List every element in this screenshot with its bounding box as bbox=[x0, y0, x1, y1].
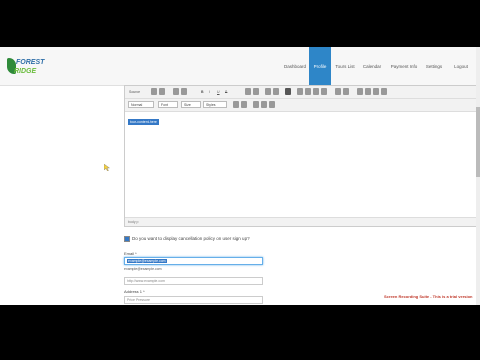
help-icon[interactable] bbox=[269, 101, 275, 108]
justify-icon[interactable] bbox=[321, 88, 327, 95]
text-color-icon[interactable] bbox=[233, 101, 239, 108]
size-select[interactable]: Size bbox=[181, 101, 201, 108]
nav-item-profile[interactable]: Profile bbox=[309, 47, 331, 85]
mouse-cursor-icon bbox=[104, 164, 110, 171]
unlink-icon[interactable] bbox=[343, 88, 349, 95]
source-button[interactable]: Source bbox=[129, 87, 140, 97]
nav-item-settings[interactable]: Settings bbox=[424, 47, 444, 85]
website-field[interactable]: http://www.example.com bbox=[124, 277, 263, 285]
editor-selected-content[interactable]: tour-content-here bbox=[128, 119, 159, 125]
show-blocks-icon[interactable] bbox=[261, 101, 267, 108]
trial-watermark: Screen Recording Suite - This is a trial… bbox=[384, 294, 473, 299]
app-screen: FOREST RIDGE Dashboard Profile Tours Lis… bbox=[0, 47, 480, 305]
bullet-list-icon[interactable] bbox=[253, 88, 259, 95]
nav-item-logout[interactable]: Logout bbox=[451, 47, 471, 85]
email-label: Email * bbox=[124, 251, 137, 256]
align-center-icon[interactable] bbox=[305, 88, 311, 95]
editor-status-bar: body p bbox=[125, 217, 478, 226]
smiley-icon[interactable] bbox=[381, 88, 387, 95]
hr-icon[interactable] bbox=[373, 88, 379, 95]
numbered-list-icon[interactable] bbox=[245, 88, 251, 95]
nav-item-dashboard[interactable]: Dashboard bbox=[283, 47, 307, 85]
align-right-icon[interactable] bbox=[313, 88, 319, 95]
logo-text-line1: FOREST bbox=[16, 59, 45, 66]
strike-button[interactable]: S bbox=[225, 87, 227, 97]
email-secondary: example@example.com bbox=[124, 267, 162, 271]
redo-icon[interactable] bbox=[181, 88, 187, 95]
rich-text-editor[interactable]: Source B I U S Normal Font Size Styles t… bbox=[124, 85, 479, 227]
address1-field[interactable]: Price Pressure bbox=[124, 296, 263, 304]
table-icon[interactable] bbox=[365, 88, 371, 95]
logo-text-line2: RIDGE bbox=[14, 68, 37, 75]
cancellation-policy-checkbox-row[interactable]: Do you want to display cancellation poli… bbox=[124, 236, 250, 242]
cancellation-policy-label: Do you want to display cancellation poli… bbox=[132, 236, 250, 242]
address1-label: Address 1 * bbox=[124, 289, 145, 294]
email-value: example@example.com bbox=[127, 259, 167, 263]
align-left-icon[interactable] bbox=[297, 88, 303, 95]
nav-item-calendar[interactable]: Calendar bbox=[361, 47, 383, 85]
underline-button[interactable]: U bbox=[217, 87, 220, 97]
email-field[interactable]: example@example.com bbox=[124, 257, 263, 265]
italic-button[interactable]: I bbox=[209, 87, 210, 97]
bold-button[interactable]: B bbox=[201, 87, 204, 97]
editor-toolbar-row1: Source B I U S bbox=[125, 86, 478, 99]
format-select[interactable]: Normal bbox=[128, 101, 154, 108]
checkbox[interactable] bbox=[124, 236, 130, 242]
save-icon[interactable] bbox=[151, 88, 157, 95]
link-icon[interactable] bbox=[335, 88, 341, 95]
image-icon[interactable] bbox=[357, 88, 363, 95]
font-select[interactable]: Font bbox=[158, 101, 178, 108]
preview-icon[interactable] bbox=[159, 88, 165, 95]
bg-color-icon[interactable] bbox=[241, 101, 247, 108]
site-logo[interactable]: FOREST RIDGE bbox=[6, 58, 44, 80]
styles-select[interactable]: Styles bbox=[203, 101, 227, 108]
editor-toolbar-row2: Normal Font Size Styles bbox=[125, 99, 478, 112]
top-navbar: FOREST RIDGE Dashboard Profile Tours Lis… bbox=[0, 47, 476, 86]
blockquote-icon[interactable] bbox=[285, 88, 291, 95]
page-scrollbar[interactable] bbox=[476, 47, 480, 305]
maximize-icon[interactable] bbox=[253, 101, 259, 108]
scrollbar-thumb[interactable] bbox=[476, 107, 480, 177]
undo-icon[interactable] bbox=[173, 88, 179, 95]
nav-item-payment-info[interactable]: Payment Info bbox=[389, 47, 419, 85]
nav-item-tours-list[interactable]: Tours List bbox=[333, 47, 357, 85]
outdent-icon[interactable] bbox=[265, 88, 271, 95]
indent-icon[interactable] bbox=[273, 88, 279, 95]
